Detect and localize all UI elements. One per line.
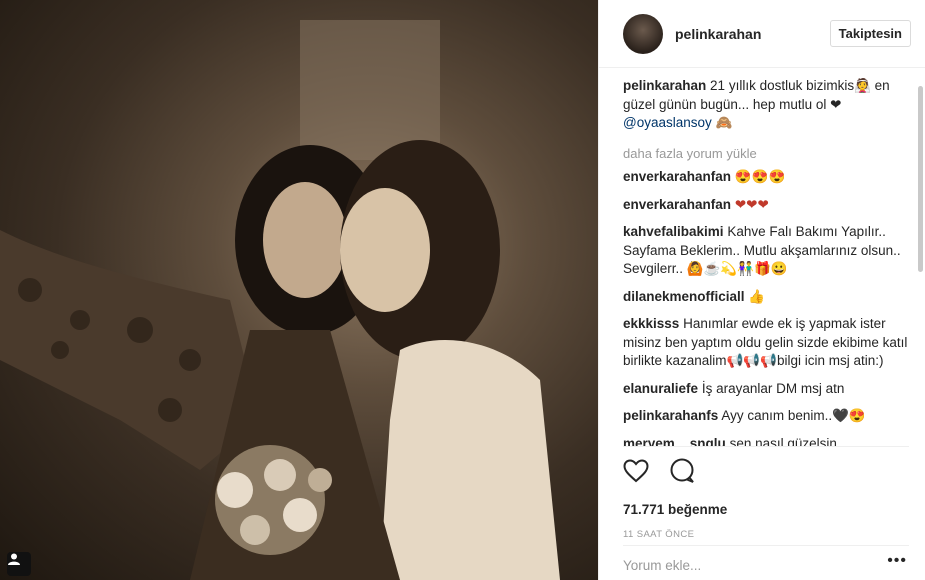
comment-text: sen nasıl güzelsin [729,435,837,447]
comments-list: pelinkarahan 21 yıllık dostluk bizimkis👰… [623,68,909,446]
caption-emoji: 🙈 [715,115,733,130]
comment-username[interactable]: enverkarahanfan [623,169,731,184]
comment-text: 👍 [748,288,766,304]
comment-username[interactable]: enverkarahanfan [623,197,731,212]
more-options-icon[interactable]: ••• [887,552,907,570]
comment-text: İş arayanlar DM msj atn [701,380,845,396]
comment-text: 😍😍😍 [734,169,786,184]
following-button[interactable]: Takiptesin [829,20,911,47]
comment-username[interactable]: meryem__snglu [623,436,726,447]
comment-icon[interactable] [669,458,695,489]
comment-username[interactable]: pelinkarahanfs [623,408,718,423]
comment-item: dilanekmenofficiall 👍 [623,288,909,307]
post-sidebar: pelinkarahan Takiptesin pelinkarahan 21 … [598,0,925,580]
comment-item: kahvefalibakimi Kahve Falı Bakımı Yapılı… [623,223,909,279]
comment-username[interactable]: elanuraliefe [623,381,698,396]
post-actions: 71.771 beğenme 11 SAAT ÖNCE [623,446,909,540]
post-timestamp: 11 SAAT ÖNCE [623,529,695,540]
comment-text: Ayy canım benim..🖤😍 [721,408,866,423]
comments-scrollbar[interactable] [918,86,923,272]
post-username[interactable]: pelinkarahan [675,26,830,42]
caption-username[interactable]: pelinkarahan [623,78,706,93]
caption-mention[interactable]: @oyaaslansoy [623,115,712,130]
comment-item: meryem__snglu sen nasıl güzelsin [623,435,909,447]
comment-item: elanuraliefe İş arayanlar DM msj atn [623,380,909,399]
load-more-comments[interactable]: daha fazla yorum yükle [623,145,909,164]
comment-item: enverkarahanfan ❤❤❤ [623,196,909,215]
photo-illustration [0,20,560,580]
caption: pelinkarahan 21 yıllık dostluk bizimkis👰… [623,77,909,133]
comment-item: ekkkisss Hanımlar ewde ek iş yapmak iste… [623,315,909,371]
avatar[interactable] [623,13,663,54]
comment-text: ❤❤❤ [734,196,769,212]
likes-count[interactable]: 71.771 beğenme [623,502,909,517]
post-photo[interactable] [0,0,598,580]
user-tag-icon[interactable] [7,552,31,576]
add-comment-input[interactable]: Yorum ekle... [623,545,909,573]
comment-username[interactable]: kahvefalibakimi [623,224,724,239]
instagram-post-modal: pelinkarahan Takiptesin pelinkarahan 21 … [0,0,925,580]
comment-username[interactable]: ekkkisss [623,316,679,331]
post-header: pelinkarahan Takiptesin [599,0,925,68]
comment-item: enverkarahanfan 😍😍😍 [623,168,909,187]
comment-item: pelinkarahanfs Ayy canım benim..🖤😍 [623,407,909,426]
comment-username[interactable]: dilanekmenofficiall [623,289,745,304]
heart-icon[interactable] [623,458,649,488]
